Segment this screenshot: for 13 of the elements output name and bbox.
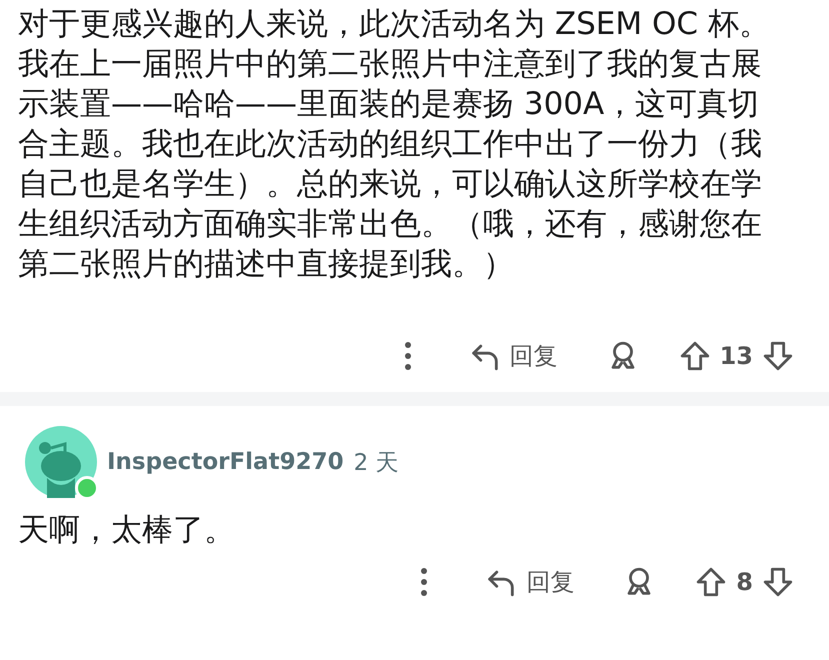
- vote-count: 13: [720, 342, 753, 370]
- vote-count: 8: [736, 568, 753, 596]
- downvote-icon[interactable]: [761, 339, 795, 373]
- reply-button[interactable]: 回复: [480, 561, 578, 603]
- reply-button[interactable]: 回复: [464, 335, 562, 377]
- more-icon: [420, 567, 428, 597]
- comment-text: 天啊，太棒了。: [18, 511, 236, 550]
- more-icon: [404, 341, 412, 371]
- username[interactable]: InspectorFlat9270: [107, 449, 344, 475]
- comment-text: 对于更感兴趣的人来说，此次活动名为 ZSEM OC 杯。我在上一届照片中的第二张照片中注意到了我的复古展示装置——哈哈——里面装的是赛扬 300A，这可真切合主题。我也在此次活动的组织工作中出了一份力（我自己也是名学生）。总的来说，可以确认这所学校在学生组织活动方面确实非常出色。（哦，还有，感谢您在第二张照片的描述中直接提到我。）: [18, 5, 771, 284]
- downvote-icon[interactable]: [761, 565, 795, 599]
- avatar-icon[interactable]: [25, 426, 97, 498]
- comment-time: 2 天: [354, 448, 399, 478]
